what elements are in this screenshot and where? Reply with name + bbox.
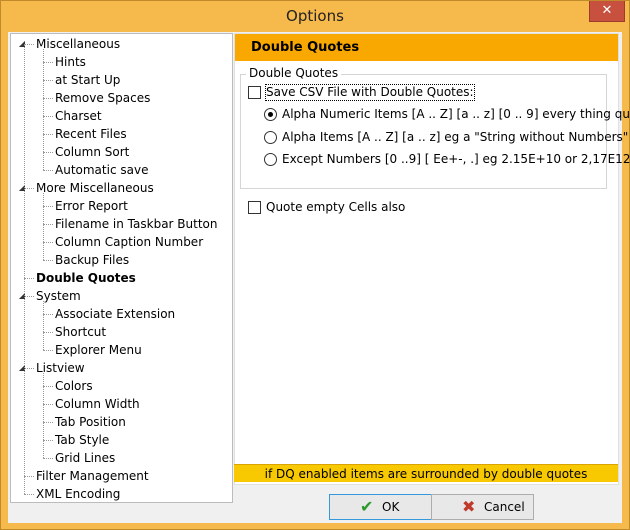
collapse-arrow-icon[interactable]: ◢	[17, 363, 27, 373]
title-bar: Options ✕	[1, 1, 629, 32]
options-tree[interactable]: Miscellaneous ◢ Hints at Start Up Remove Spa…	[10, 33, 233, 503]
radio-alpha[interactable]	[264, 131, 277, 144]
tree-connector	[43, 332, 53, 333]
footer-note: if DQ enabled items are surrounded by do…	[234, 464, 618, 482]
collapse-arrow-icon[interactable]: ◢	[17, 39, 27, 49]
radio-except-numbers[interactable]	[264, 153, 277, 166]
tree-item[interactable]: Hints	[55, 53, 86, 71]
cancel-button[interactable]: ✖ Cancel	[431, 494, 534, 520]
tree-item[interactable]: Associate Extension	[55, 305, 175, 323]
tree-item[interactable]: Filename in Taskbar Button	[55, 215, 218, 233]
tree-connector	[43, 422, 53, 423]
cancel-label: Cancel	[484, 500, 525, 514]
radio-except-numbers-label[interactable]: Except Numbers [0 ..9] [ Ee+-, .] eg 2.1…	[282, 152, 630, 167]
tree-item[interactable]: Filter Management	[36, 467, 149, 485]
tree-connector	[43, 170, 53, 171]
tree-connector	[24, 278, 34, 279]
tree-item[interactable]: Shortcut	[55, 323, 106, 341]
tree-item[interactable]: Column Caption Number	[55, 233, 203, 251]
tree-connector	[43, 260, 53, 261]
tree-item[interactable]: Column Sort	[55, 143, 129, 161]
tree-connector	[43, 458, 53, 459]
tree-item[interactable]: Explorer Menu	[55, 341, 142, 359]
tree-connector	[43, 80, 53, 81]
cross-icon: ✖	[462, 497, 476, 516]
tree-item[interactable]: XML Encoding	[36, 485, 120, 503]
close-icon[interactable]: ✕	[589, 1, 625, 22]
collapse-arrow-icon[interactable]: ◢	[17, 183, 27, 193]
tree-item[interactable]: More Miscellaneous	[36, 179, 154, 197]
window-title: Options	[286, 7, 344, 25]
group-title: Double Quotes	[246, 66, 342, 80]
tree-item[interactable]: Charset	[55, 107, 102, 125]
tree-connector	[43, 404, 53, 405]
tree-item[interactable]: Colors	[55, 377, 93, 395]
quote-empty-label[interactable]: Quote empty Cells also	[266, 200, 405, 215]
tree-item[interactable]: Recent Files	[55, 125, 127, 143]
tree-item[interactable]: Grid Lines	[55, 449, 115, 467]
panel-header: Double Quotes	[235, 34, 618, 61]
tree-item[interactable]: Double Quotes	[36, 269, 136, 287]
tree-connector	[43, 206, 53, 207]
tree-branch-line	[43, 373, 44, 458]
tree-connector	[43, 386, 53, 387]
tree-connector	[24, 494, 34, 495]
ok-label: OK	[382, 500, 400, 514]
radio-alpha-numeric-label[interactable]: Alpha Numeric Items [A .. Z] [a .. z] [0…	[282, 107, 630, 122]
tree-item[interactable]: Error Report	[55, 197, 128, 215]
tree-connector	[43, 134, 53, 135]
tree-connector	[24, 476, 34, 477]
tree-connector	[43, 314, 53, 315]
quote-empty-checkbox[interactable]	[248, 201, 261, 214]
tree-item[interactable]: Backup Files	[55, 251, 129, 269]
settings-panel: Double Quotes Double Quotes Save CSV Fil…	[234, 33, 630, 485]
radio-alpha-label[interactable]: Alpha Items [A .. Z] [a .. z] eg a "Stri…	[282, 130, 628, 145]
tree-connector	[43, 98, 53, 99]
tree-connector	[43, 152, 53, 153]
tree-item[interactable]: Tab Position	[55, 413, 126, 431]
tree-item[interactable]: Column Width	[55, 395, 140, 413]
tree-connector	[43, 62, 53, 63]
ok-button[interactable]: ✔ OK	[329, 494, 432, 520]
tree-item[interactable]: Tab Style	[55, 431, 109, 449]
tree-connector	[43, 242, 53, 243]
client-area: Miscellaneous ◢ Hints at Start Up Remove Spa…	[8, 32, 630, 523]
tree-connector	[43, 116, 53, 117]
tree-item[interactable]: at Start Up	[55, 71, 120, 89]
tree-connector	[43, 440, 53, 441]
radio-alpha-numeric[interactable]	[264, 108, 277, 121]
tree-branch-line	[43, 301, 44, 350]
save-csv-label[interactable]: Save CSV File with Double Quotes:	[265, 84, 475, 101]
options-window: Options ✕ Miscellaneous ◢ Hints at Start Up…	[0, 0, 630, 530]
tree-branch-line	[43, 49, 44, 170]
tree-item[interactable]: Remove Spaces	[55, 89, 150, 107]
tree-branch-line	[43, 193, 44, 260]
tree-root-line	[24, 44, 25, 494]
tree-connector	[43, 350, 53, 351]
checkmark-icon: ✔	[360, 497, 374, 516]
save-csv-checkbox[interactable]	[248, 86, 261, 99]
tree-connector	[43, 224, 53, 225]
tree-item[interactable]: Miscellaneous	[36, 35, 120, 53]
tree-item[interactable]: Automatic save	[55, 161, 148, 179]
collapse-arrow-icon[interactable]: ◢	[17, 291, 27, 301]
